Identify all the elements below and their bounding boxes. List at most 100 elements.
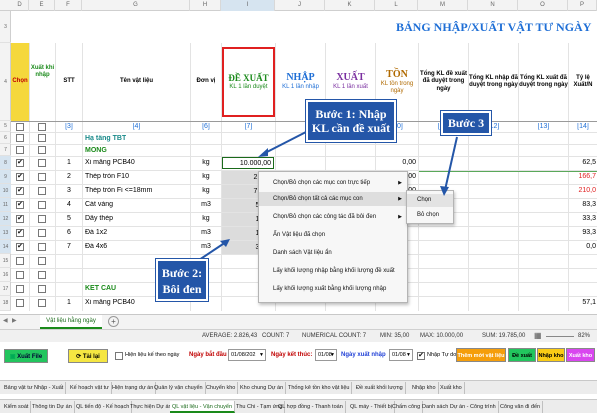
submenu-chon[interactable]: Chọn <box>407 194 453 207</box>
col-header-i[interactable]: I <box>221 0 275 11</box>
sheet-tab-active[interactable]: Vật liệu hằng ngày <box>40 315 102 329</box>
checkbox-item[interactable]: ✔ <box>16 215 24 223</box>
sheet-tab[interactable]: Thông tin Dự án <box>30 401 75 413</box>
reload-button[interactable]: ⟳ Tải lại <box>68 349 108 363</box>
checkbox-item[interactable]: ✔ <box>16 201 24 209</box>
checkbox-item-xuat[interactable] <box>38 243 46 251</box>
checkbox-section[interactable] <box>16 146 24 154</box>
row-header[interactable]: 13 <box>0 226 11 240</box>
sheet-tab[interactable]: Kiểm soát <box>2 401 32 413</box>
checkbox-item-xuat[interactable] <box>38 159 46 167</box>
col-header-p[interactable]: P <box>568 0 597 11</box>
col-header-d[interactable]: D <box>11 0 29 11</box>
tab-nav-prev-icon[interactable]: ◀ <box>3 317 8 324</box>
sheet-tab[interactable]: Xuất kho <box>438 382 465 394</box>
checkbox-blank-row-xuat[interactable] <box>38 271 46 279</box>
row-header[interactable]: 14 <box>0 240 11 254</box>
checkbox-item-xuat[interactable] <box>38 299 46 307</box>
sheet-tab[interactable]: Thống kê tồn kho vật liệu <box>286 382 353 394</box>
row-header[interactable]: 8 <box>0 156 11 170</box>
sheet-tab-active[interactable]: QL vật liệu - Vận chuyển <box>170 401 236 413</box>
col-header-e[interactable]: E <box>29 0 55 11</box>
col-header-l[interactable]: L <box>375 0 418 11</box>
sheet-tab[interactable]: QL tiến độ - Kế hoạch <box>74 401 133 413</box>
col-header-n[interactable]: N <box>468 0 518 11</box>
add-material-button[interactable]: Thêm mới vật liệu <box>456 348 506 362</box>
menu-item-select-direct-children[interactable]: Chọn/Bỏ chọn các mục con trực tiếp ▶ <box>259 176 407 190</box>
sheet-tab[interactable]: Thực hiện Dự án <box>128 401 175 413</box>
row-header[interactable]: 11 <box>0 198 11 212</box>
sheet-tab[interactable]: QL hợp đồng - Thanh toán <box>276 401 346 413</box>
checkbox-blank-row-xuat[interactable] <box>38 257 46 265</box>
export-stock-button[interactable]: Xuất kho <box>566 348 595 362</box>
sheet-tab[interactable]: Hiện trạng dự án <box>110 382 157 394</box>
row-header[interactable]: 12 <box>0 212 11 226</box>
checkbox-item[interactable] <box>16 299 24 307</box>
row-header[interactable]: 5 <box>0 121 11 132</box>
sheet-tab[interactable]: Kho chung Dự án <box>238 382 287 394</box>
row-header[interactable]: 3 <box>0 11 11 43</box>
sheet-tab[interactable]: Đề xuất khối lượng <box>354 382 406 394</box>
checkbox-item[interactable]: ✔ <box>16 173 24 181</box>
col-header-k[interactable]: K <box>325 0 375 11</box>
row-header[interactable]: 17 <box>0 282 11 296</box>
submenu-bo-chon[interactable]: Bỏ chọn <box>407 209 453 222</box>
row-header[interactable]: 18 <box>0 296 11 311</box>
col-header-h[interactable]: H <box>190 0 221 11</box>
end-date-input[interactable]: 01/08 ▼ <box>315 349 337 361</box>
col-header-m[interactable]: M <box>418 0 468 11</box>
import-stock-button[interactable]: Nhập kho <box>537 348 565 362</box>
row-header[interactable]: 15 <box>0 254 11 268</box>
add-sheet-icon[interactable]: + <box>108 316 119 327</box>
row-header[interactable]: 7 <box>0 144 11 156</box>
row-header[interactable]: 6 <box>0 132 11 144</box>
checkbox-item-xuat[interactable] <box>38 187 46 195</box>
col-header-o[interactable]: O <box>518 0 568 11</box>
normal-view-icon[interactable]: ▦ <box>534 331 542 340</box>
start-date-input[interactable]: 01/08/202 ▼ <box>228 349 266 361</box>
checkbox-section[interactable] <box>16 134 24 142</box>
col-header-j[interactable]: J <box>275 0 325 11</box>
menu-item-hide-materials[interactable]: Ẩn Vật liệu đã chọn <box>259 228 407 242</box>
col-header-f[interactable]: F <box>55 0 82 11</box>
col-header-g[interactable]: G <box>82 0 190 11</box>
row-header[interactable]: 9 <box>0 170 11 184</box>
checkbox-item[interactable]: ✔ <box>16 187 24 195</box>
checkbox-blank-row[interactable] <box>16 271 24 279</box>
sheet-tab[interactable]: Công văn đi đến <box>498 401 544 413</box>
checkbox-hien-lieu[interactable] <box>115 352 123 360</box>
sheet-tab[interactable]: Bảng vật tư Nhập - Xuất <box>2 382 67 394</box>
row-header[interactable]: 4 <box>0 43 11 121</box>
menu-item-copy-import-to-export[interactable]: Lấy khối lượng xuất bằng khối lượng nhập <box>259 282 407 296</box>
checkbox-section-xuat[interactable] <box>38 134 46 142</box>
checkbox-item-xuat[interactable] <box>38 229 46 237</box>
checkbox-section-xuat[interactable] <box>38 285 46 293</box>
sheet-tab[interactable]: Kế hoạch vật tư <box>68 382 112 394</box>
item-de-xuat-cell[interactable]: 10.000,00 <box>222 157 274 169</box>
menu-item-select-all-children[interactable]: Chọn/Bỏ chọn tất cả các mục con ▶ <box>259 192 407 206</box>
sheet-tab[interactable]: Chuyển kho <box>204 382 239 394</box>
sheet-tab[interactable]: Quản lý vận chuyển <box>152 382 206 394</box>
checkbox-section-xuat[interactable] <box>38 146 46 154</box>
sheet-tab[interactable]: Chấm công <box>390 401 424 413</box>
checkbox-item[interactable]: ✔ <box>16 159 24 167</box>
export-file-button[interactable]: ▣ Xuất File <box>4 349 48 363</box>
sheet-tab[interactable]: QL máy - Thiết bị <box>348 401 395 413</box>
checkbox-index-row[interactable] <box>16 123 24 131</box>
checkbox-item[interactable]: ✔ <box>16 243 24 251</box>
checkbox-nhap-tu-do[interactable]: ✔ <box>417 352 425 360</box>
io-date-input[interactable]: 01/08 ▼ <box>389 349 413 361</box>
checkbox-item-xuat[interactable] <box>38 201 46 209</box>
menu-item-copy-proposed-to-import[interactable]: Lấy khối lượng nhập bằng khối lượng đề x… <box>259 264 407 278</box>
row-header[interactable]: 10 <box>0 184 11 198</box>
zoom-slider[interactable] <box>546 336 574 337</box>
row-header[interactable]: 16 <box>0 268 11 282</box>
checkbox-index-row-xuat[interactable] <box>38 123 46 131</box>
propose-button[interactable]: Đề xuất <box>508 348 536 362</box>
sheet-tab[interactable]: Nhập kho <box>410 382 439 394</box>
menu-item-select-highlighted[interactable]: Chọn/Bỏ chọn các công tác đã bôi đen ▶ <box>259 210 407 224</box>
checkbox-section[interactable] <box>16 285 24 293</box>
checkbox-item[interactable]: ✔ <box>16 229 24 237</box>
menu-item-hidden-list[interactable]: Danh sách Vật liệu ẩn <box>259 246 407 260</box>
checkbox-item-xuat[interactable] <box>38 215 46 223</box>
